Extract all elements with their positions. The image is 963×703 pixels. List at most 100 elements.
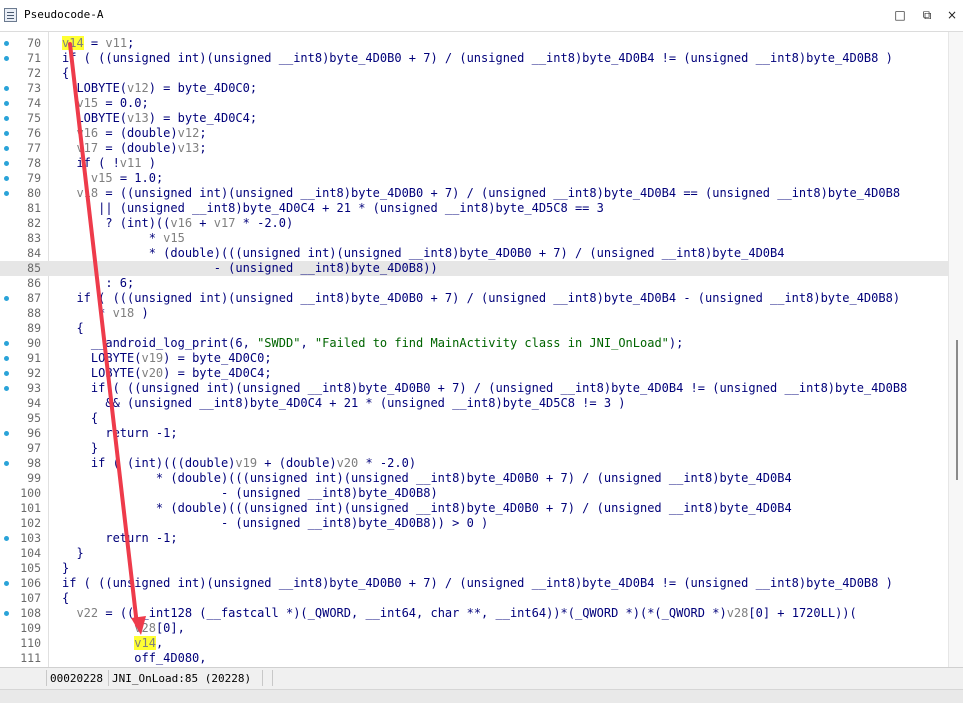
code-line[interactable]: 78 if ( !v11 ): [0, 156, 948, 171]
code-text[interactable]: }: [62, 561, 69, 576]
code-text[interactable]: LOBYTE(v19) = byte_4D0C0;: [62, 351, 272, 366]
code-line[interactable]: 108 v22 = ((__int128 (__fastcall *)(_QWO…: [0, 606, 948, 621]
code-line[interactable]: 71 if ( ((unsigned int)(unsigned __int8)b…: [0, 51, 948, 66]
code-text[interactable]: {: [62, 321, 83, 336]
code-text[interactable]: v16 = (double)v12;: [62, 126, 206, 141]
code-line[interactable]: 83 * v15: [0, 231, 948, 246]
code-line[interactable]: 85 - (unsigned __int8)byte_4D0B8)): [0, 261, 948, 276]
code-text[interactable]: LOBYTE(v20) = byte_4D0C4;: [62, 366, 272, 381]
code-line[interactable]: 88 * v18 ): [0, 306, 948, 321]
code-text[interactable]: LOBYTE(v13) = byte_4D0C4;: [62, 111, 257, 126]
code-line[interactable]: 101 * (double)(((unsigned int)(unsigned …: [0, 501, 948, 516]
code-text[interactable]: v22 = ((__int128 (__fastcall *)(_QWORD, …: [62, 606, 856, 621]
code-line[interactable]: 100 - (unsigned __int8)byte_4D0B8): [0, 486, 948, 501]
code-line[interactable]: 73 LOBYTE(v12) = byte_4D0C0;: [0, 81, 948, 96]
code-line[interactable]: 91 LOBYTE(v19) = byte_4D0C0;: [0, 351, 948, 366]
line-number: 88: [27, 306, 41, 320]
code-text[interactable]: * v18 ): [62, 306, 149, 321]
code-line[interactable]: 95 {: [0, 411, 948, 426]
code-text[interactable]: v15 = 0.0;: [62, 96, 148, 111]
code-text[interactable]: off_4D080,: [62, 651, 206, 666]
code-text[interactable]: if ( (int)(((double)v19 + (double)v20 * …: [62, 456, 416, 471]
code-text[interactable]: v15 = 1.0;: [62, 171, 163, 186]
code-text[interactable]: LOBYTE(v12) = byte_4D0C0;: [62, 81, 257, 96]
code-text[interactable]: {: [62, 411, 98, 426]
code-text[interactable]: * v15: [62, 231, 185, 246]
code-line[interactable]: 97 }: [0, 441, 948, 456]
line-number: 89: [27, 321, 41, 335]
code-line[interactable]: 106 if ( ((unsigned int)(unsigned __int8)…: [0, 576, 948, 591]
code-line[interactable]: 110 v14,: [0, 636, 948, 651]
restore-button[interactable]: ⧉: [920, 8, 934, 22]
code-line[interactable]: 96 return -1;: [0, 426, 948, 441]
code-line[interactable]: 72 {: [0, 66, 948, 81]
code-line[interactable]: 93 if ( ((unsigned int)(unsigned __int8)…: [0, 381, 948, 396]
code-text[interactable]: : 6;: [62, 276, 134, 291]
code-line[interactable]: 92 LOBYTE(v20) = byte_4D0C4;: [0, 366, 948, 381]
vertical-scrollbar[interactable]: [948, 32, 963, 667]
status-separator: [108, 670, 109, 686]
code-text[interactable]: v14 = v11;: [62, 36, 134, 51]
code-text[interactable]: }: [62, 546, 83, 561]
code-line[interactable]: 98 if ( (int)(((double)v19 + (double)v20…: [0, 456, 948, 471]
code-line[interactable]: 76 v16 = (double)v12;: [0, 126, 948, 141]
code-text[interactable]: v18 = ((unsigned int)(unsigned __int8)by…: [62, 186, 900, 201]
code-line[interactable]: 87 if ( (((unsigned int)(unsigned __int8…: [0, 291, 948, 306]
code-text[interactable]: * (double)(((unsigned int)(unsigned __in…: [62, 471, 792, 486]
code-line[interactable]: 102 - (unsigned __int8)byte_4D0B8)) > 0 …: [0, 516, 948, 531]
code-line[interactable]: 80 v18 = ((unsigned int)(unsigned __int8…: [0, 186, 948, 201]
code-text[interactable]: * (double)(((unsigned int)(unsigned __in…: [62, 246, 785, 261]
code-line[interactable]: 90 __android_log_print(6, "SWDD", "Faile…: [0, 336, 948, 351]
code-text[interactable]: ? (int)((v16 + v17 * -2.0): [62, 216, 293, 231]
pseudocode-editor[interactable]: 70 v14 = v11; 71 if ( ((unsigned int)(unsig…: [0, 32, 963, 667]
maximize-button[interactable]: □: [893, 8, 907, 22]
code-text[interactable]: v14,: [62, 636, 163, 651]
line-number: 103: [20, 531, 41, 545]
code-text[interactable]: - (unsigned __int8)byte_4D0B8)): [62, 261, 438, 276]
code-text[interactable]: if ( (((unsigned int)(unsigned __int8)by…: [62, 291, 900, 306]
code-line[interactable]: 86 : 6;: [0, 276, 948, 291]
code-line[interactable]: 81 || (unsigned __int8)byte_4D0C4 + 21 *…: [0, 201, 948, 216]
line-number: 82: [27, 216, 41, 230]
code-text[interactable]: {: [62, 66, 69, 81]
line-number: 107: [20, 591, 41, 605]
line-number: 87: [27, 291, 41, 305]
code-text[interactable]: return -1;: [62, 426, 177, 441]
code-line[interactable]: 75 LOBYTE(v13) = byte_4D0C4;: [0, 111, 948, 126]
code-line[interactable]: 94 && (unsigned __int8)byte_4D0C4 + 21 *…: [0, 396, 948, 411]
code-text[interactable]: __android_log_print(6, "SWDD", "Failed t…: [62, 336, 683, 351]
code-line[interactable]: 74 v15 = 0.0;: [0, 96, 948, 111]
code-text[interactable]: return -1;: [62, 531, 177, 546]
code-text[interactable]: if ( !v11 ): [62, 156, 156, 171]
code-text[interactable]: && (unsigned __int8)byte_4D0C4 + 21 * (u…: [62, 396, 625, 411]
code-line[interactable]: 79 v15 = 1.0;: [0, 171, 948, 186]
code-line[interactable]: 99 * (double)(((unsigned int)(unsigned _…: [0, 471, 948, 486]
line-number: 93: [27, 381, 41, 395]
code-line[interactable]: 111 off_4D080,: [0, 651, 948, 666]
code-line[interactable]: 103 return -1;: [0, 531, 948, 546]
status-separator: [272, 670, 273, 686]
code-text[interactable]: if ( ((unsigned int)(unsigned __int8)byt…: [62, 51, 893, 66]
code-line[interactable]: 84 * (double)(((unsigned int)(unsigned _…: [0, 246, 948, 261]
scrollbar-thumb[interactable]: [956, 340, 958, 480]
code-line[interactable]: 77 v17 = (double)v13;: [0, 141, 948, 156]
code-line[interactable]: 105}: [0, 561, 948, 576]
code-text[interactable]: }: [62, 441, 98, 456]
code-line[interactable]: 70 v14 = v11;: [0, 36, 948, 51]
line-number: 102: [20, 516, 41, 530]
code-text[interactable]: || (unsigned __int8)byte_4D0C4 + 21 * (u…: [62, 201, 604, 216]
code-text[interactable]: if ( ((unsigned int)(unsigned __int8)byt…: [62, 381, 907, 396]
code-text[interactable]: if ( ((unsigned int)(unsigned __int8)byt…: [62, 576, 893, 591]
code-text[interactable]: - (unsigned __int8)byte_4D0B8)) > 0 ): [62, 516, 488, 531]
code-text[interactable]: {: [62, 591, 69, 606]
code-line[interactable]: 82 ? (int)((v16 + v17 * -2.0): [0, 216, 948, 231]
code-text[interactable]: v28[0],: [62, 621, 185, 636]
code-line[interactable]: 89 {: [0, 321, 948, 336]
code-text[interactable]: v17 = (double)v13;: [62, 141, 206, 156]
code-line[interactable]: 104 }: [0, 546, 948, 561]
code-line[interactable]: 107 {: [0, 591, 948, 606]
code-line[interactable]: 109 v28[0],: [0, 621, 948, 636]
close-button[interactable]: ×: [945, 8, 959, 22]
code-text[interactable]: * (double)(((unsigned int)(unsigned __in…: [62, 501, 792, 516]
code-text[interactable]: - (unsigned __int8)byte_4D0B8): [62, 486, 438, 501]
